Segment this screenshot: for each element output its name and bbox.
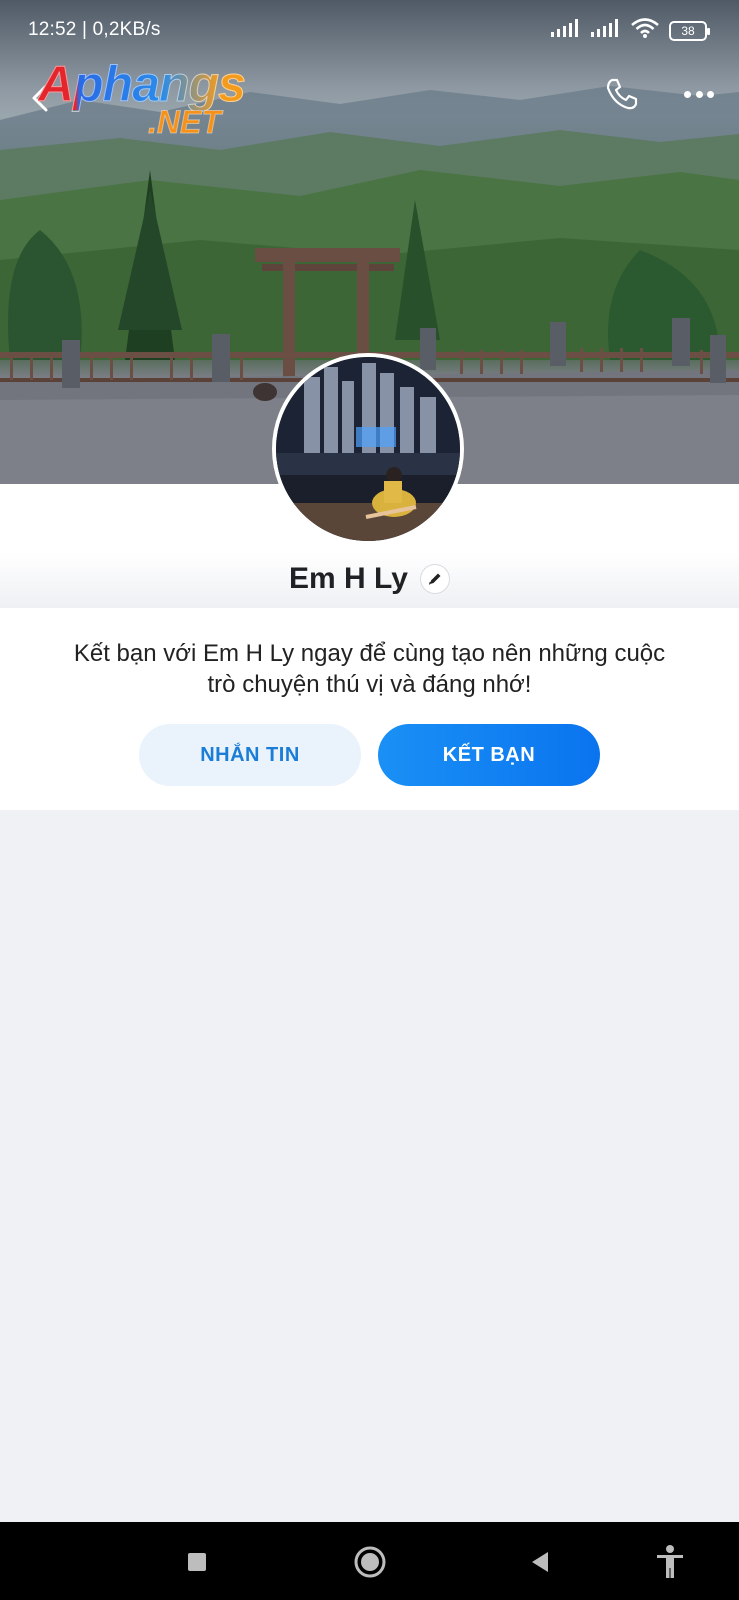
- edit-name-button[interactable]: [419, 564, 450, 594]
- status-icons: 38: [551, 18, 710, 44]
- profile-name: Em H Ly: [289, 562, 408, 595]
- home-button[interactable]: [350, 1542, 390, 1582]
- navigation-bar: [0, 1522, 739, 1600]
- add-friend-button[interactable]: KẾT BẠN: [378, 724, 600, 786]
- status-bar: 12:52 | 0,2KB/s 38: [0, 0, 739, 60]
- accessibility-icon: [657, 1545, 683, 1578]
- more-icon-dot: [695, 90, 703, 98]
- avatar-photo: [276, 357, 460, 541]
- more-icon-dot: [684, 90, 691, 98]
- message-button[interactable]: NHẮN TIN: [139, 724, 361, 786]
- wifi-icon: [631, 18, 659, 44]
- battery-icon: 38: [669, 21, 710, 41]
- avatar[interactable]: [272, 353, 464, 545]
- accessibility-button[interactable]: [650, 1542, 690, 1582]
- signal-icon: [591, 19, 621, 43]
- more-icon-dot: [707, 90, 714, 98]
- logo-sub-text: .NET: [148, 104, 222, 140]
- profile-name-row: Em H Ly: [0, 562, 739, 596]
- invite-message: Kết bạn với Em H Ly ngay để cùng tạo nên…: [73, 640, 666, 698]
- phone-icon: [606, 78, 638, 110]
- system-back-button[interactable]: [520, 1542, 560, 1582]
- logo-main-text: Aphangs: [38, 56, 247, 112]
- recent-apps-icon: [188, 1553, 206, 1571]
- pencil-icon: [428, 573, 441, 585]
- friend-invite-card: Kết bạn với Em H Ly ngay để cùng tạo nên…: [0, 608, 739, 810]
- status-time: 12:52 | 0,2KB/s: [28, 19, 161, 40]
- home-icon: [354, 1546, 386, 1578]
- recent-apps-button[interactable]: [177, 1542, 217, 1582]
- more-button[interactable]: [684, 82, 714, 106]
- profile-content-area: [0, 810, 739, 1522]
- signal-icon: [551, 19, 581, 43]
- back-icon: [532, 1552, 548, 1572]
- watermark-logo: Aphangs .NET: [38, 58, 268, 142]
- call-button[interactable]: [604, 76, 640, 112]
